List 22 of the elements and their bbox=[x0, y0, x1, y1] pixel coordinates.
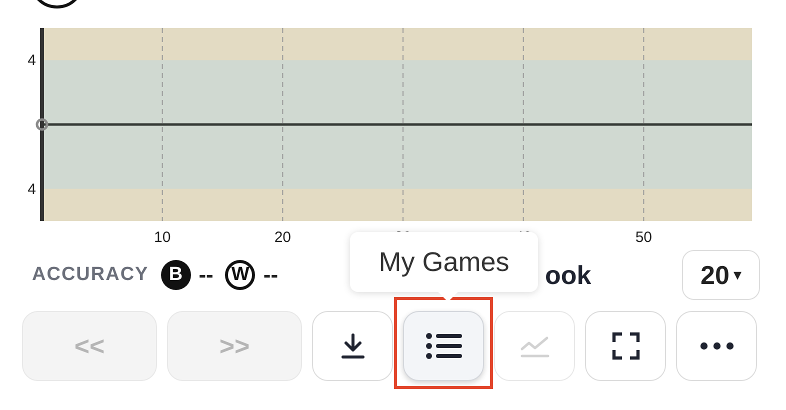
accuracy-value: -- bbox=[263, 262, 278, 288]
player-badge: W bbox=[225, 260, 256, 290]
fullscreen-button[interactable] bbox=[585, 311, 666, 381]
line-graph-icon bbox=[520, 334, 550, 358]
more-button[interactable] bbox=[676, 311, 757, 381]
player-badge: B bbox=[160, 260, 191, 290]
y-tick-label: 4 bbox=[28, 180, 36, 198]
opening-name: ook bbox=[545, 260, 592, 290]
x-tick-label: 20 bbox=[274, 229, 292, 246]
download-button[interactable] bbox=[312, 311, 393, 381]
accuracy-label: ACCURACY bbox=[32, 264, 149, 286]
y-tick-label: 4 bbox=[28, 52, 36, 70]
accuracy-value: -- bbox=[198, 262, 214, 288]
depth-dropdown[interactable]: 20▾ bbox=[682, 250, 760, 300]
games-list-button[interactable] bbox=[403, 311, 484, 381]
x-tick-label: 50 bbox=[635, 229, 652, 246]
start-point bbox=[36, 118, 48, 131]
fullscreen-icon bbox=[612, 332, 640, 360]
download-icon bbox=[340, 332, 366, 360]
more-icon bbox=[700, 342, 734, 350]
list-icon bbox=[424, 331, 462, 361]
x-tick-label: 10 bbox=[154, 229, 171, 246]
